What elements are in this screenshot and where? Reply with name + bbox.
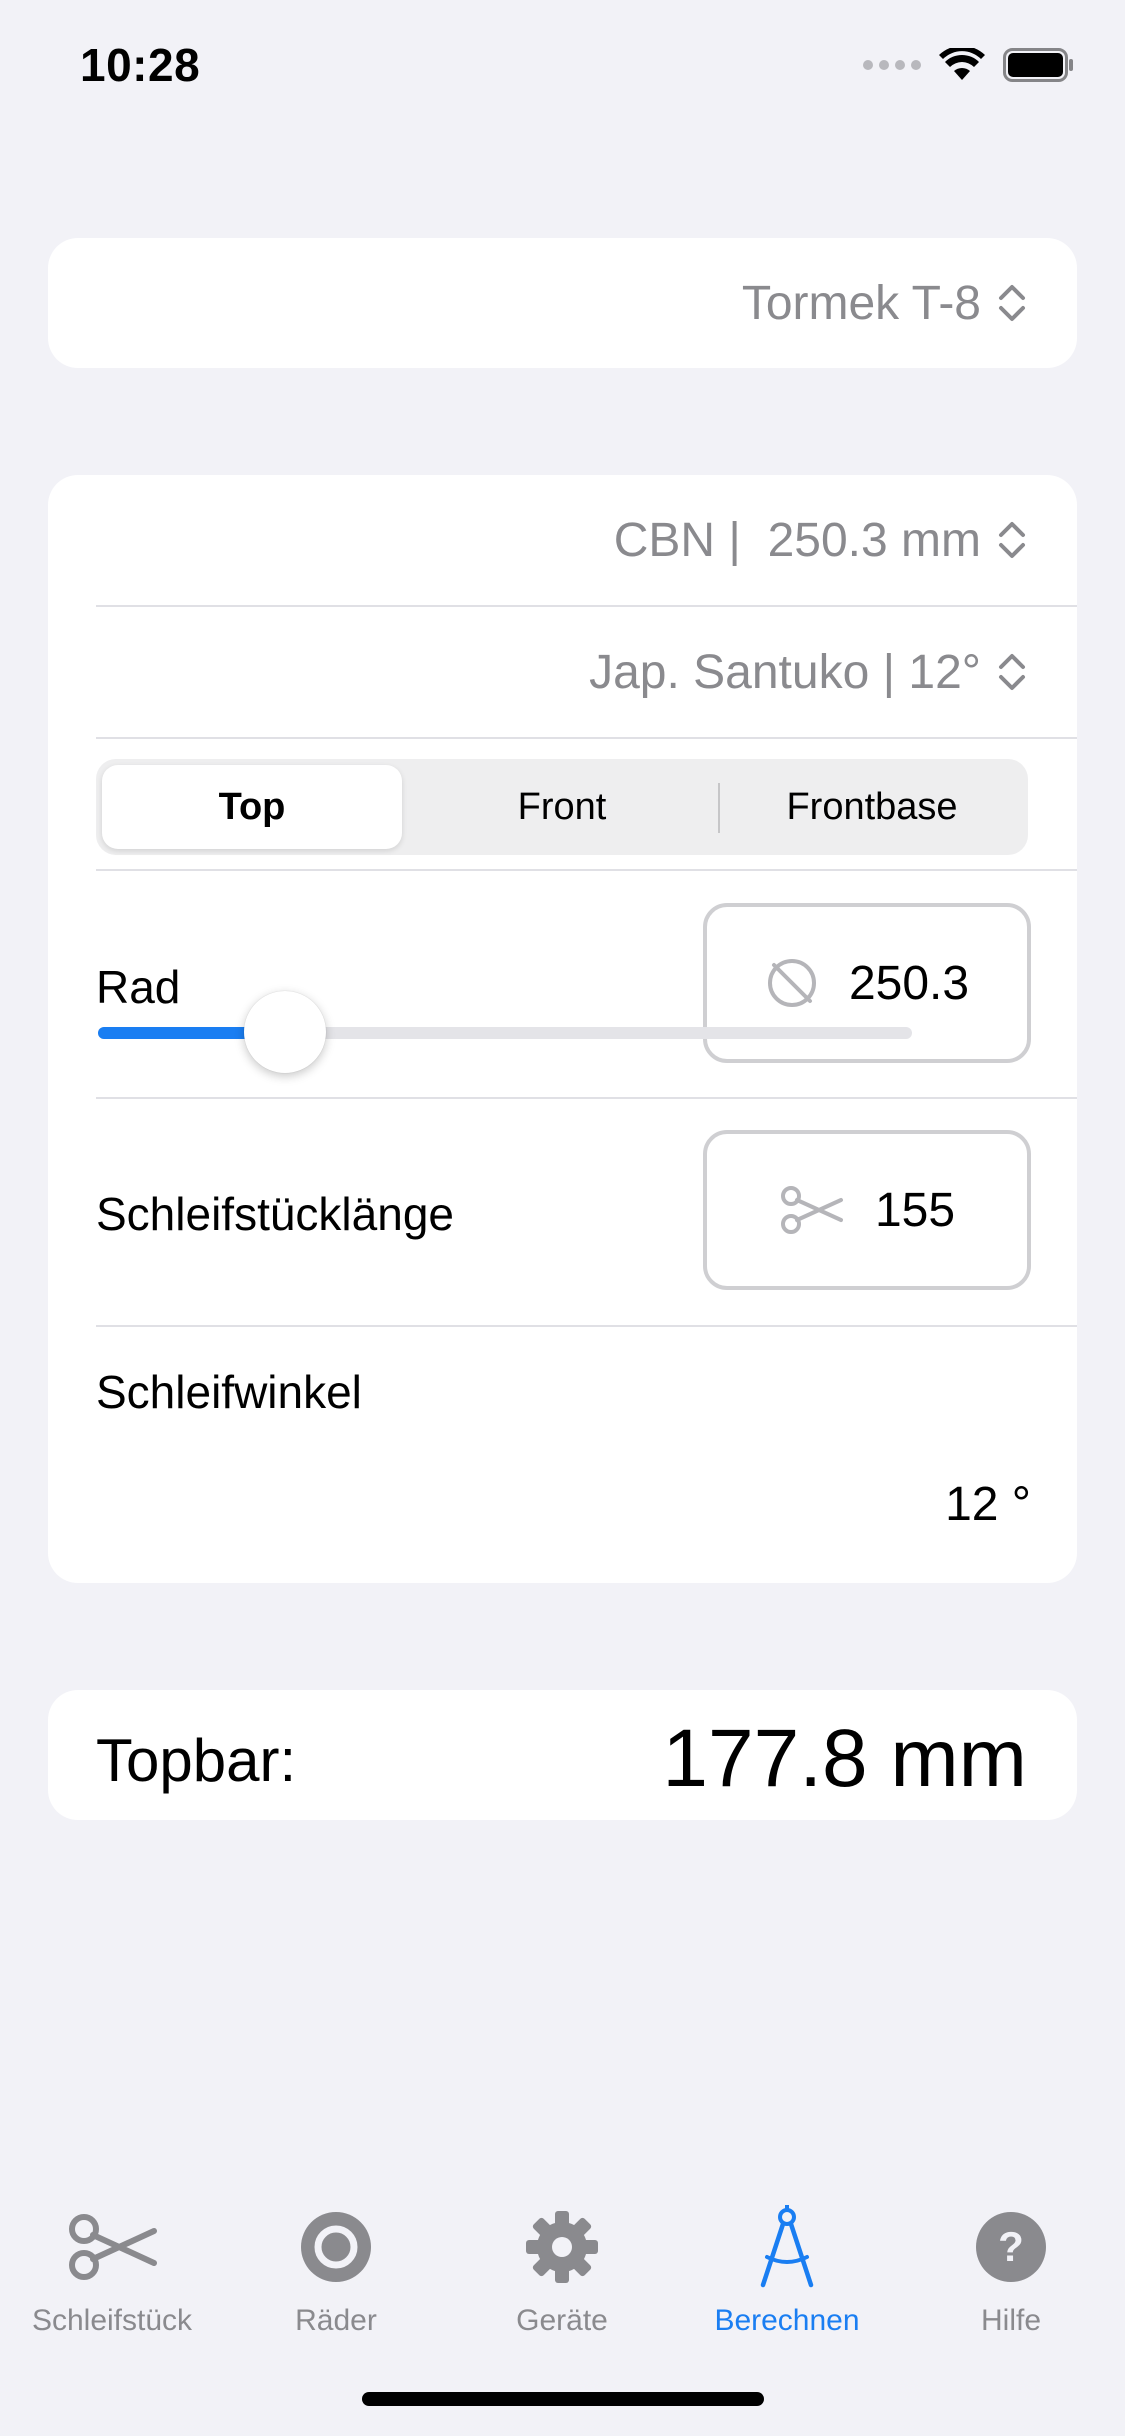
wifi-icon <box>939 48 985 80</box>
segment-top[interactable]: Top <box>102 765 402 849</box>
status-indicators <box>863 48 1075 82</box>
angle-slider-thumb[interactable] <box>244 991 327 1073</box>
signal-icon <box>863 60 921 70</box>
wheel-picker-value: CBN | 250.3 mm <box>613 513 981 567</box>
knife-picker[interactable]: Jap. Santuko | 12° <box>48 607 1077 737</box>
home-indicator <box>362 2392 764 2406</box>
battery-icon <box>1003 48 1073 82</box>
rad-label: Rad <box>96 961 181 1013</box>
tab-berechnen[interactable]: Berechnen <box>677 2202 897 2338</box>
angle-value: 12 ° <box>945 1478 1031 1531</box>
chevron-updown-icon <box>999 522 1025 558</box>
divider <box>96 737 1077 739</box>
scissors-icon <box>69 2214 157 2280</box>
segment-frontbase[interactable]: Frontbase <box>722 765 1022 849</box>
device-picker[interactable]: Tormek T-8 <box>48 238 1077 368</box>
knife-picker-value: Jap. Santuko | 12° <box>589 645 981 699</box>
device-picker-value: Tormek T-8 <box>741 276 981 330</box>
rad-value: 250.3 <box>848 956 970 1010</box>
length-label: Schleifstücklänge <box>96 1188 454 1240</box>
result-value: 177.8 mm <box>662 1713 1027 1804</box>
result-label: Topbar: <box>96 1727 297 1794</box>
tab-bar: Schleifstück Räder Geräte Berechnen ? Hi… <box>0 2190 1125 2370</box>
settings-card: CBN | 250.3 mm Jap. Santuko | 12° Top Fr… <box>48 475 1077 1583</box>
divider <box>96 1325 1077 1327</box>
length-value: 155 <box>874 1183 956 1237</box>
chevron-updown-icon <box>999 285 1025 321</box>
question-icon: ? <box>976 2212 1046 2282</box>
length-field[interactable]: 155 <box>703 1130 1031 1290</box>
tab-raeder-label: Räder <box>295 2304 377 2337</box>
tab-schleifstueck[interactable]: Schleifstück <box>2 2202 222 2338</box>
chevron-updown-icon <box>999 654 1025 690</box>
circle-icon <box>301 2212 371 2282</box>
result-card: Topbar: 177.8 mm <box>48 1690 1077 1820</box>
segment-front[interactable]: Front <box>412 765 712 849</box>
wheel-slash-icon <box>767 959 816 1007</box>
device-card: Tormek T-8 <box>48 238 1077 368</box>
tab-berechnen-label: Berechnen <box>714 2304 860 2337</box>
divider <box>96 869 1077 871</box>
scissors-icon <box>780 1186 843 1234</box>
segment-divider <box>718 783 720 833</box>
divider <box>96 1097 1077 1099</box>
tab-hilfe[interactable]: ? Hilfe <box>901 2202 1121 2338</box>
tab-schleifstueck-label: Schleifstück <box>31 2304 193 2337</box>
tab-raeder[interactable]: Räder <box>226 2202 446 2338</box>
gear-icon <box>526 2211 598 2283</box>
tab-hilfe-label: Hilfe <box>980 2304 1041 2337</box>
wheel-picker[interactable]: CBN | 250.3 mm <box>48 475 1077 605</box>
angle-slider[interactable] <box>98 991 912 1073</box>
mode-segmented-control: Top Front Frontbase <box>96 759 1028 855</box>
status-time: 10:28 <box>80 39 201 91</box>
rad-field[interactable]: 250.3 <box>703 903 1031 1063</box>
angle-label: Schleifwinkel <box>96 1366 362 1418</box>
compass-icon <box>760 2205 814 2288</box>
tab-geraete[interactable]: Geräte <box>452 2202 672 2338</box>
tab-geraete-label: Geräte <box>516 2304 608 2337</box>
svg-text:?: ? <box>998 2223 1024 2270</box>
